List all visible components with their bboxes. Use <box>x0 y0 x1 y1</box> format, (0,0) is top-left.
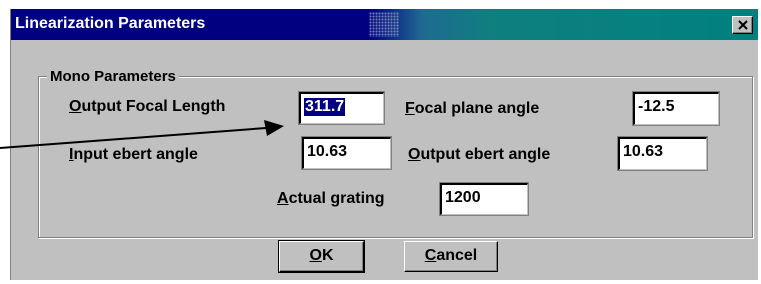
arrow-icon <box>0 120 284 149</box>
screenshot-canvas: Linearization Parameters Mono Parameters… <box>0 0 761 284</box>
